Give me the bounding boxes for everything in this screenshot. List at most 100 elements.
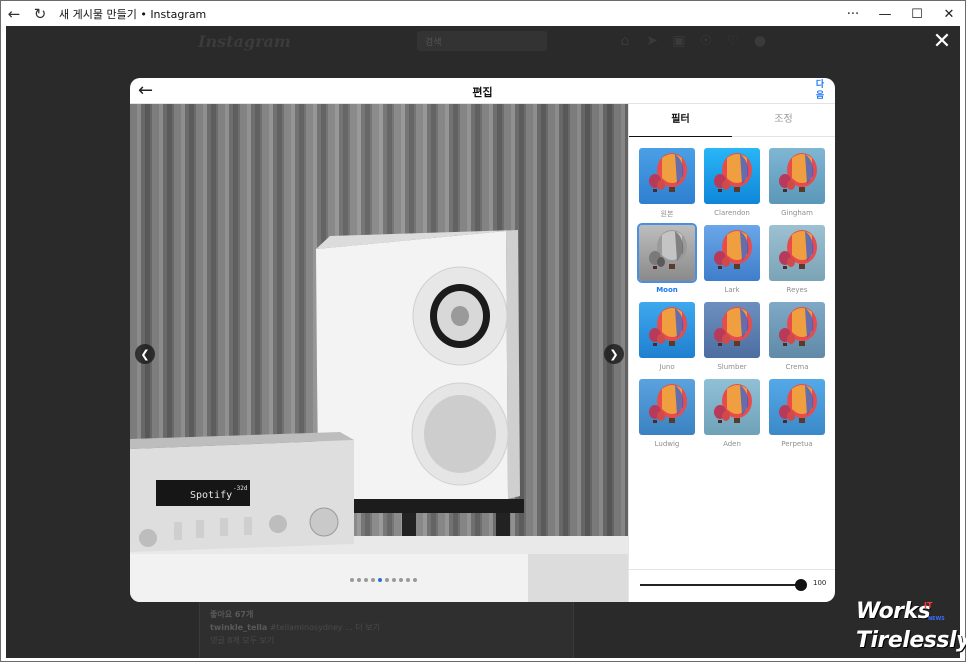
strength-slider-handle[interactable] [795,579,807,591]
next-button[interactable]: 다음 [815,80,825,102]
filter-name: Perpetua [781,440,813,448]
home-icon[interactable]: ⌂ [616,32,634,50]
filter-option[interactable]: Juno [639,302,695,374]
prev-photo-button[interactable]: ❮ [135,344,155,364]
filter-option[interactable]: Reyes [769,225,825,297]
search-input[interactable]: 검색 [417,31,547,51]
filter-thumbnail[interactable] [639,148,695,204]
carousel-dot [406,578,410,582]
filter-name: Gingham [781,209,813,217]
balloon-image [704,225,760,281]
carousel-dot [392,578,396,582]
caption-tag[interactable]: #tellaminosydney [270,623,343,632]
minimize-button[interactable]: — [869,1,901,27]
balloon-image [704,379,760,435]
receiver-display-text: Spotify [190,490,232,501]
filter-strength: 100 [629,569,835,602]
filter-option[interactable]: Aden [704,379,760,451]
carousel-dot [364,578,368,582]
filter-thumbnail[interactable] [704,302,760,358]
filter-thumbnail[interactable] [704,148,760,204]
carousel-dot [357,578,361,582]
balloon-image [639,148,695,204]
carousel-dot [399,578,403,582]
carousel-dot [413,578,417,582]
watermark-badge-sub: NEWS [928,616,945,622]
filter-thumbnail[interactable] [639,379,695,435]
caption-more[interactable]: ... 더 보기 [345,623,380,632]
speaker-photo: Spotify -32d [130,104,628,602]
balloon-image [769,148,825,204]
filter-thumbnail[interactable] [769,379,825,435]
filter-name: Aden [723,440,741,448]
balloon-image [769,302,825,358]
activity-icon[interactable]: ♡ [724,32,742,50]
window-close-button[interactable]: ✕ [933,1,965,27]
back-arrow-icon[interactable]: ← [1,1,27,27]
modal-title: 편집 [472,86,493,99]
window-title: 새 게시물 만들기 • Instagram [59,8,207,21]
view-comments-link[interactable]: 댓글 8개 모두 보기 [210,634,563,647]
modal-header: ← 편집 다음 [130,78,835,104]
profile-avatar[interactable]: ● [751,32,769,50]
filter-option[interactable]: Slumber [704,302,760,374]
edit-tabs: 필터 조정 [629,104,835,137]
caption-user[interactable]: twinkle_tella [210,623,267,632]
direct-icon[interactable]: ➤ [643,32,661,50]
balloon-image [639,225,695,281]
tab-filter[interactable]: 필터 [629,104,732,137]
filter-thumbnail[interactable] [704,379,760,435]
strength-value: 100 [813,579,827,587]
tab-adjust[interactable]: 조정 [732,104,835,137]
filter-name: Ludwig [654,440,680,448]
watermark-line1: Works [856,599,931,624]
filter-name: Lark [724,286,740,294]
filter-option[interactable]: Gingham [769,148,825,220]
filter-option[interactable]: 원본 [639,148,695,220]
balloon-image [769,225,825,281]
filter-option[interactable]: Ludwig [639,379,695,451]
new-post-icon[interactable]: ▣ [670,32,688,50]
filter-option[interactable]: Perpetua [769,379,825,451]
filter-thumbnail[interactable] [639,302,695,358]
filter-name: 원본 [660,210,674,218]
filter-thumbnail[interactable] [704,225,760,281]
filter-name: Crema [785,363,809,371]
explore-icon[interactable]: ☉ [697,32,715,50]
filter-panel: 필터 조정 원본 Clarendon Gingham Moon Lark Reyes Jun… [628,104,835,602]
carousel-dot [350,578,354,582]
more-options-button[interactable]: ··· [837,1,869,27]
strength-slider-track[interactable] [640,584,800,586]
filter-thumbnail[interactable] [769,225,825,281]
filter-thumbnail[interactable] [769,148,825,204]
balloon-image [704,302,760,358]
balloon-image [639,379,695,435]
edit-post-modal: ← 편집 다음 Spotify -32d ❮ ❯ 필터 조정 원본 Claren… [130,78,835,602]
next-photo-button[interactable]: ❯ [604,344,624,364]
filter-thumbnail[interactable] [637,223,697,283]
close-modal-icon[interactable]: ✕ [931,31,953,54]
app-window: ← ↻ 새 게시물 만들기 • Instagram ··· — ☐ ✕ Inst… [0,0,966,662]
carousel-dots [350,578,417,582]
feed-post-footer: 좋아요 67개 twinkle_tella #tellaminosydney .… [199,602,574,658]
title-bar: ← ↻ 새 게시물 만들기 • Instagram ··· — ☐ ✕ [1,1,965,27]
filter-name: Juno [659,363,675,371]
watermark-badge: IT [924,601,933,610]
photo-preview: Spotify -32d ❮ ❯ [130,104,628,602]
filter-thumbnail[interactable] [769,302,825,358]
filter-name: Reyes [786,286,808,294]
filter-option[interactable]: Moon [637,223,697,297]
filter-option[interactable]: Lark [704,225,760,297]
filter-option[interactable]: Clarendon [704,148,760,220]
instagram-header: Instagram 검색 ⌂ ➤ ▣ ☉ ♡ ● [6,26,960,58]
receiver-counter-text: -32d [233,485,248,492]
instagram-logo[interactable]: Instagram [198,32,291,51]
instagram-app: Instagram 검색 ⌂ ➤ ▣ ☉ ♡ ● ✕ 좋아요 67개 twink… [6,26,960,658]
filter-name: Clarendon [714,209,750,217]
balloon-image [639,302,695,358]
filter-option[interactable]: Crema [769,302,825,374]
refresh-icon[interactable]: ↻ [27,1,53,27]
carousel-dot [371,578,375,582]
watermark: Works IT NEWS Tirelessly [856,599,966,659]
maximize-button[interactable]: ☐ [901,1,933,27]
